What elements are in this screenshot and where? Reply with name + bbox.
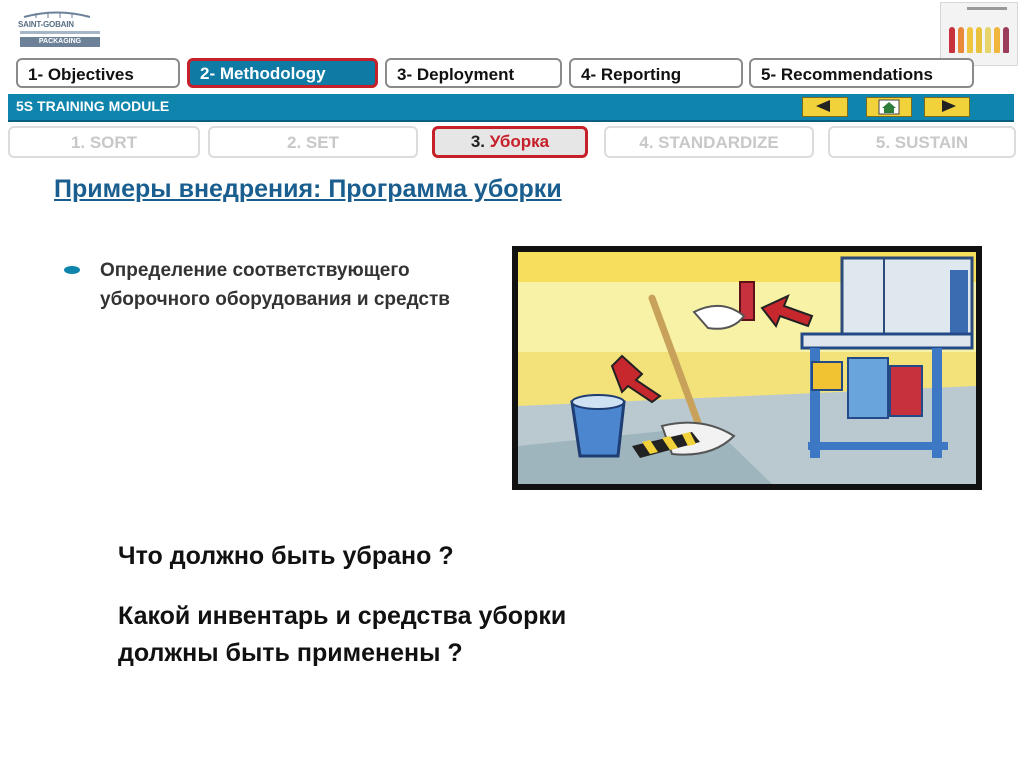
logo-roof-icon xyxy=(23,11,91,18)
page-title: Примеры внедрения: Программа уборки xyxy=(54,175,562,203)
module-title: 5S TRAINING MODULE xyxy=(16,98,170,114)
bottles-thumbnail xyxy=(940,2,1018,66)
prev-button[interactable] xyxy=(802,97,848,117)
home-icon xyxy=(878,99,900,115)
arrow-left-icon xyxy=(816,100,830,112)
tab-deployment[interactable]: 3- Deployment xyxy=(385,58,562,88)
saint-gobain-logo: SAINT-GOBAIN PACKAGING xyxy=(12,10,110,50)
bullet-icon xyxy=(64,266,80,274)
tab-objectives[interactable]: 1- Objectives xyxy=(16,58,180,88)
step-standardize[interactable]: 4. STANDARDIZE xyxy=(604,126,814,158)
tab-recommendations[interactable]: 5- Recommendations xyxy=(749,58,974,88)
logo-brand-text: SAINT-GOBAIN xyxy=(18,20,74,29)
step-sort[interactable]: 1. SORT xyxy=(8,126,200,158)
step-sustain[interactable]: 5. SUSTAIN xyxy=(828,126,1016,158)
next-button[interactable] xyxy=(924,97,970,117)
question-cleaning-tools: Какой инвентарь и средства уборки должны… xyxy=(118,602,567,667)
bullet-text: Определение соответствующего уборочного … xyxy=(100,260,450,310)
cleaning-scene-image xyxy=(518,252,976,484)
step-set[interactable]: 2. SET xyxy=(208,126,418,158)
question-what-to-clean: Что должно быть убрано ? xyxy=(118,542,454,570)
tab-methodology[interactable]: 2- Methodology xyxy=(187,58,378,88)
cleaning-illustration xyxy=(512,246,982,490)
module-bar: 5S TRAINING MODULE xyxy=(8,94,1014,122)
logo-packaging-text: PACKAGING xyxy=(20,37,100,47)
tab-reporting[interactable]: 4- Reporting xyxy=(569,58,743,88)
home-button[interactable] xyxy=(866,97,912,117)
step-cleaning-label: Уборка xyxy=(489,132,550,151)
arrow-right-icon xyxy=(942,100,956,112)
step-cleaning[interactable]: 3. Уборка xyxy=(432,126,588,158)
step-cleaning-number: 3. xyxy=(470,132,490,151)
